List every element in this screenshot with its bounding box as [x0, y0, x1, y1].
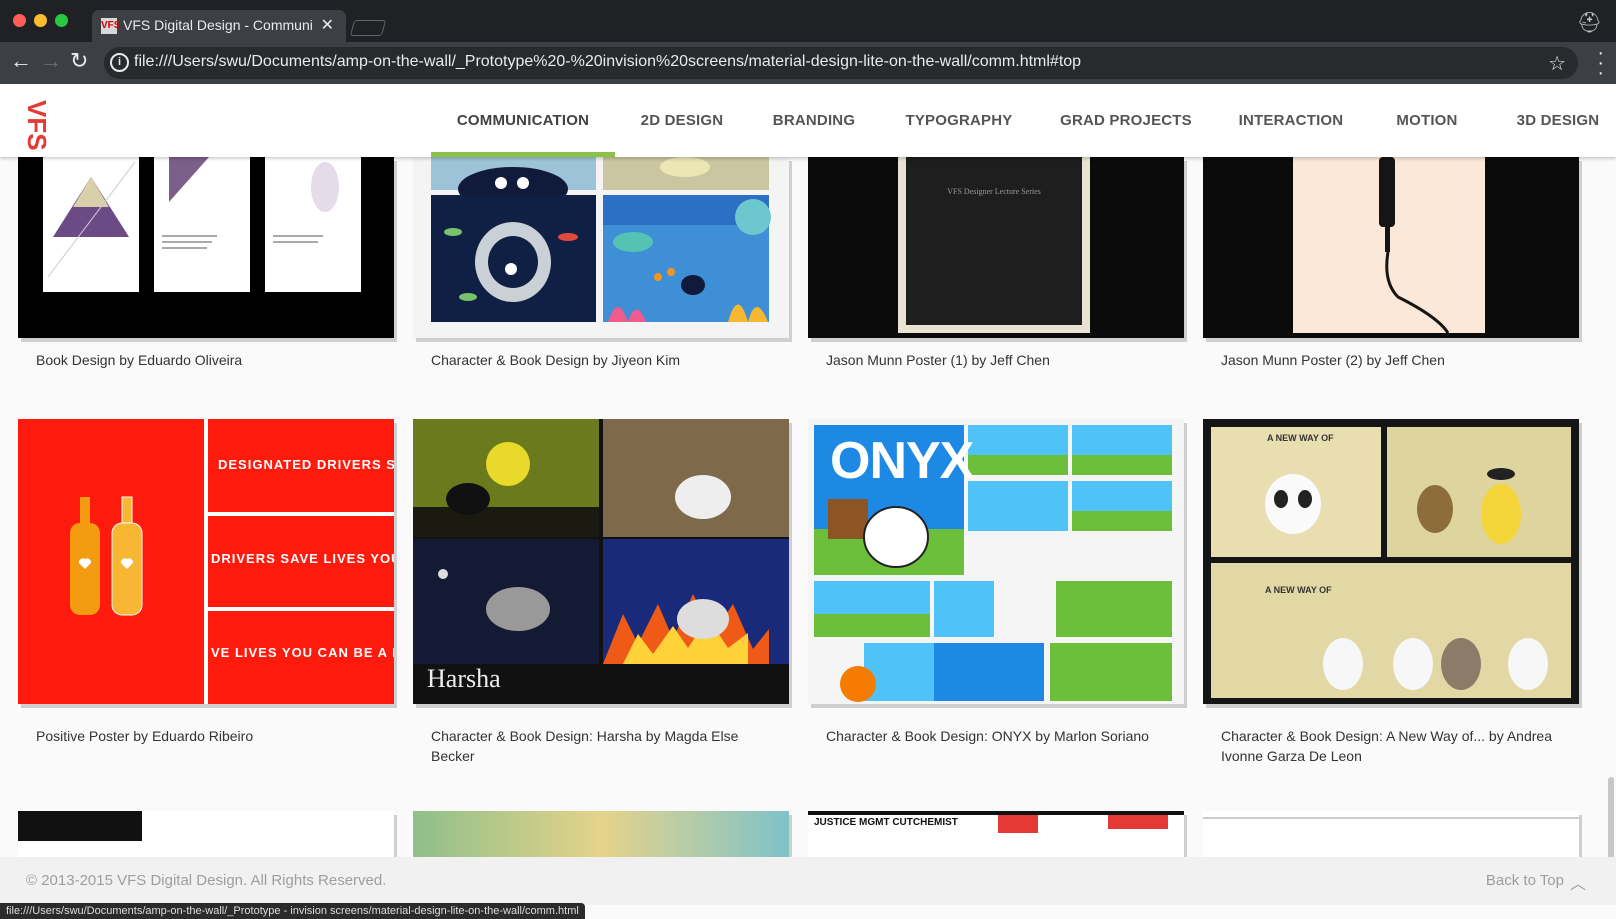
- project-caption[interactable]: Book Design by Eduardo Oliveira: [36, 350, 386, 370]
- vfs-favicon-icon: VFS: [101, 18, 120, 34]
- book-design-thumbnail[interactable]: [18, 157, 394, 338]
- close-window-button[interactable]: [13, 14, 26, 27]
- back-arrow-icon[interactable]: ←: [10, 48, 32, 74]
- new-way-caption-2: A NEW WAY OF: [1265, 585, 1332, 595]
- tab-title: VFS Digital Design - Communi: [123, 17, 313, 33]
- book-page: [43, 157, 139, 292]
- comic-strip-text: JUSTICE MGMT CUTCHEMIST: [814, 817, 958, 828]
- vfs-logo[interactable]: VFS: [0, 100, 52, 151]
- poster-divider: [208, 607, 394, 611]
- text-lines-icon: [162, 157, 217, 249]
- poster-divider: [208, 512, 394, 516]
- project-caption[interactable]: Jason Munn Poster (1) by Jeff Chen: [826, 350, 1176, 370]
- book-page: [154, 157, 250, 292]
- onyx-title: ONYX: [830, 432, 974, 490]
- minimize-window-button[interactable]: [34, 14, 47, 27]
- project-caption[interactable]: Positive Poster by Eduardo Ribeiro: [36, 726, 386, 746]
- thumb-block: [1108, 815, 1168, 829]
- forward-arrow-icon[interactable]: →: [40, 48, 62, 74]
- poster-line-3: VE LIVES YOU CAN BE A HERO.: [211, 645, 394, 660]
- project-thumbnail[interactable]: JUSTICE MGMT CUTCHEMIST: [808, 811, 1184, 857]
- tab-2d-design[interactable]: 2D DESIGN: [622, 84, 742, 157]
- onyx-thumbnail[interactable]: ONYX: [808, 419, 1184, 704]
- incognito-profile-icon[interactable]: ⛑: [1577, 10, 1602, 35]
- poster-inner: [906, 157, 1082, 325]
- tab-communication[interactable]: COMMUNICATION: [431, 84, 615, 157]
- reload-icon[interactable]: ↻: [70, 48, 88, 74]
- new-tab-button[interactable]: [349, 20, 387, 36]
- character-artwork-icon: [431, 157, 771, 322]
- character-book-thumbnail[interactable]: [413, 157, 789, 338]
- new-way-of-thumbnail[interactable]: A NEW WAY OF A NEW WAY OF: [1203, 419, 1579, 704]
- active-tab-indicator: [431, 152, 615, 157]
- project-thumbnail[interactable]: [1203, 811, 1579, 857]
- back-to-top-link[interactable]: Back to Top: [1486, 872, 1564, 889]
- page-scrollbar[interactable]: [1608, 777, 1614, 857]
- project-caption[interactable]: Jason Munn Poster (2) by Jeff Chen: [1221, 350, 1571, 370]
- address-bar[interactable]: i file:///Users/swu/Documents/amp-on-the…: [104, 47, 1578, 79]
- jason-munn-poster-2-thumbnail[interactable]: [1203, 157, 1579, 338]
- poster-line-1: DESIGNATED DRIVERS SAVE LIV: [218, 457, 394, 472]
- tab-3d-design[interactable]: 3D DESIGN: [1500, 84, 1616, 157]
- thumb-line: [1203, 817, 1579, 819]
- project-thumbnail[interactable]: [18, 811, 394, 857]
- thumb-block: [18, 811, 142, 841]
- new-way-caption-1: A NEW WAY OF: [1267, 433, 1334, 443]
- maximize-window-button[interactable]: [55, 14, 68, 27]
- close-tab-icon[interactable]: ✕: [321, 15, 334, 35]
- thumb-block: [998, 815, 1038, 833]
- poster-series-text: VFS Designer Lecture Series: [947, 187, 1041, 196]
- harsha-title: Harsha: [427, 664, 501, 693]
- project-caption[interactable]: Character & Book Design: ONYX by Marlon …: [826, 726, 1176, 746]
- chevron-up-icon[interactable]: ︿: [1570, 870, 1586, 894]
- tab-motion[interactable]: MOTION: [1382, 84, 1472, 157]
- project-caption[interactable]: Character & Book Design: A New Way of...…: [1221, 726, 1571, 766]
- animals-artwork-icon: [1211, 427, 1571, 698]
- tab-typography[interactable]: TYPOGRAPHY: [893, 84, 1025, 157]
- page-footer: © 2013-2015 VFS Digital Design. All Righ…: [0, 857, 1616, 905]
- jason-munn-poster-1-thumbnail[interactable]: VFS Designer Lecture Series: [808, 157, 1184, 338]
- bottles-icon: [70, 496, 143, 616]
- tab-interaction[interactable]: INTERACTION: [1225, 84, 1357, 157]
- site-header: VFS COMMUNICATION 2D DESIGN BRANDING TYP…: [0, 84, 1616, 157]
- address-url[interactable]: file:///Users/swu/Documents/amp-on-the-w…: [134, 53, 1081, 71]
- elephant-artwork-icon: [413, 419, 789, 664]
- text-lines-icon: [273, 162, 339, 243]
- triangle-artwork-icon: [47, 161, 136, 278]
- browser-menu-icon[interactable]: · · ·: [1597, 43, 1604, 83]
- positive-poster-thumbnail[interactable]: DESIGNATED DRIVERS SAVE LIV DRIVERS SAVE…: [18, 419, 394, 704]
- project-caption[interactable]: Character & Book Design by Jiyeon Kim: [431, 350, 781, 370]
- tab-grad-projects[interactable]: GRAD PROJECTS: [1053, 84, 1199, 157]
- tab-branding[interactable]: BRANDING: [758, 84, 870, 157]
- project-caption[interactable]: Character & Book Design: Harsha by Magda…: [431, 726, 781, 766]
- browser-tab-strip: VFS VFS Digital Design - Communi ✕ ⛑: [0, 0, 1616, 42]
- bookmark-star-icon[interactable]: ☆: [1548, 51, 1566, 76]
- browser-toolbar: ← → ↻ i file:///Users/swu/Documents/amp-…: [0, 42, 1616, 84]
- microphone-icon: [1379, 157, 1450, 334]
- browser-status-bar: file:///Users/swu/Documents/amp-on-the-w…: [0, 903, 585, 919]
- browser-tab-active[interactable]: VFS VFS Digital Design - Communi ✕: [92, 10, 346, 42]
- site-info-icon[interactable]: i: [110, 53, 129, 72]
- copyright-text: © 2013-2015 VFS Digital Design. All Righ…: [26, 872, 387, 889]
- book-page: [265, 157, 361, 292]
- poster-line-2: DRIVERS SAVE LIVES YOU CAN BE: [211, 551, 394, 566]
- harsha-thumbnail[interactable]: Harsha: [413, 419, 789, 704]
- project-grid: Book Design by Eduardo Oliveira Characte…: [0, 157, 1616, 857]
- poster-divider: [204, 419, 208, 704]
- project-thumbnail[interactable]: [413, 811, 789, 857]
